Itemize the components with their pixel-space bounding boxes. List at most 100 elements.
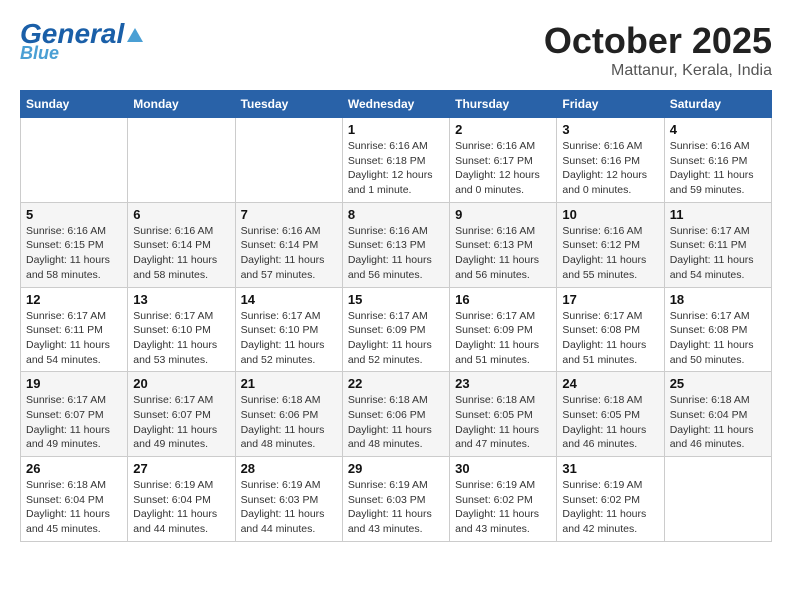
day-info: Sunrise: 6:16 AM Sunset: 6:16 PM Dayligh… [670,139,766,198]
day-info: Sunrise: 6:16 AM Sunset: 6:15 PM Dayligh… [26,224,122,283]
day-info: Sunrise: 6:18 AM Sunset: 6:06 PM Dayligh… [348,393,444,452]
calendar-cell: 30 Sunrise: 6:19 AM Sunset: 6:02 PM Dayli… [450,457,557,542]
day-number: 6 [133,207,229,222]
title-block: October 2025 Mattanur, Kerala, India [544,20,772,80]
day-info: Sunrise: 6:17 AM Sunset: 6:10 PM Dayligh… [241,309,337,368]
page-header: General Blue October 2025 Mattanur, Kera… [20,20,772,80]
day-info: Sunrise: 6:16 AM Sunset: 6:16 PM Dayligh… [562,139,658,198]
day-number: 23 [455,376,551,391]
calendar-cell: 9 Sunrise: 6:16 AM Sunset: 6:13 PM Daylig… [450,202,557,287]
day-number: 1 [348,122,444,137]
calendar-table: SundayMondayTuesdayWednesdayThursdayFrid… [20,90,772,542]
calendar-header-row: SundayMondayTuesdayWednesdayThursdayFrid… [21,91,772,118]
calendar-cell: 22 Sunrise: 6:18 AM Sunset: 6:06 PM Dayli… [342,372,449,457]
day-info: Sunrise: 6:19 AM Sunset: 6:02 PM Dayligh… [455,478,551,537]
day-number: 31 [562,461,658,476]
day-info: Sunrise: 6:17 AM Sunset: 6:07 PM Dayligh… [26,393,122,452]
day-info: Sunrise: 6:17 AM Sunset: 6:11 PM Dayligh… [26,309,122,368]
calendar-cell: 29 Sunrise: 6:19 AM Sunset: 6:03 PM Dayli… [342,457,449,542]
day-info: Sunrise: 6:17 AM Sunset: 6:11 PM Dayligh… [670,224,766,283]
calendar-cell: 2 Sunrise: 6:16 AM Sunset: 6:17 PM Daylig… [450,118,557,203]
calendar-week-row: 12Sunrise: 6:17 AM Sunset: 6:11 PM Dayli… [21,287,772,372]
logo-triangle-icon [127,28,143,42]
calendar-cell: 1Sunrise: 6:16 AM Sunset: 6:18 PM Daylig… [342,118,449,203]
day-info: Sunrise: 6:18 AM Sunset: 6:05 PM Dayligh… [562,393,658,452]
calendar-week-row: 26 Sunrise: 6:18 AM Sunset: 6:04 PM Dayli… [21,457,772,542]
day-number: 27 [133,461,229,476]
day-number: 22 [348,376,444,391]
day-info: Sunrise: 6:19 AM Sunset: 6:03 PM Dayligh… [348,478,444,537]
day-number: 24 [562,376,658,391]
weekday-header-friday: Friday [557,91,664,118]
day-number: 19 [26,376,122,391]
calendar-cell: 26 Sunrise: 6:18 AM Sunset: 6:04 PM Dayli… [21,457,128,542]
day-number: 2 [455,122,551,137]
day-info: Sunrise: 6:19 AM Sunset: 6:03 PM Dayligh… [241,478,337,537]
day-number: 30 [455,461,551,476]
day-number: 7 [241,207,337,222]
calendar-week-row: 5 Sunrise: 6:16 AM Sunset: 6:15 PM Daylig… [21,202,772,287]
day-info: Sunrise: 6:17 AM Sunset: 6:07 PM Dayligh… [133,393,229,452]
day-info: Sunrise: 6:19 AM Sunset: 6:02 PM Dayligh… [562,478,658,537]
weekday-header-tuesday: Tuesday [235,91,342,118]
day-number: 20 [133,376,229,391]
calendar-cell: 18 Sunrise: 6:17 AM Sunset: 6:08 PM Dayli… [664,287,771,372]
calendar-cell: 21 Sunrise: 6:18 AM Sunset: 6:06 PM Dayli… [235,372,342,457]
calendar-cell [128,118,235,203]
day-number: 28 [241,461,337,476]
day-info: Sunrise: 6:17 AM Sunset: 6:10 PM Dayligh… [133,309,229,368]
day-number: 3 [562,122,658,137]
calendar-cell: 28 Sunrise: 6:19 AM Sunset: 6:03 PM Dayli… [235,457,342,542]
day-number: 5 [26,207,122,222]
calendar-cell: 23 Sunrise: 6:18 AM Sunset: 6:05 PM Dayli… [450,372,557,457]
logo-icon: General Blue [20,20,143,63]
day-info: Sunrise: 6:17 AM Sunset: 6:09 PM Dayligh… [348,309,444,368]
day-info: Sunrise: 6:16 AM Sunset: 6:17 PM Dayligh… [455,139,551,198]
day-number: 13 [133,292,229,307]
calendar-cell: 25 Sunrise: 6:18 AM Sunset: 6:04 PM Dayli… [664,372,771,457]
calendar-cell: 11 Sunrise: 6:17 AM Sunset: 6:11 PM Dayli… [664,202,771,287]
day-info: Sunrise: 6:16 AM Sunset: 6:13 PM Dayligh… [455,224,551,283]
calendar-cell: 4 Sunrise: 6:16 AM Sunset: 6:16 PM Daylig… [664,118,771,203]
day-number: 11 [670,207,766,222]
calendar-cell: 24 Sunrise: 6:18 AM Sunset: 6:05 PM Dayli… [557,372,664,457]
calendar-cell: 27 Sunrise: 6:19 AM Sunset: 6:04 PM Dayli… [128,457,235,542]
logo: General Blue [20,20,143,63]
day-info: Sunrise: 6:18 AM Sunset: 6:05 PM Dayligh… [455,393,551,452]
day-info: Sunrise: 6:19 AM Sunset: 6:04 PM Dayligh… [133,478,229,537]
day-info: Sunrise: 6:16 AM Sunset: 6:12 PM Dayligh… [562,224,658,283]
day-info: Sunrise: 6:17 AM Sunset: 6:08 PM Dayligh… [670,309,766,368]
day-info: Sunrise: 6:16 AM Sunset: 6:14 PM Dayligh… [133,224,229,283]
weekday-header-thursday: Thursday [450,91,557,118]
day-number: 17 [562,292,658,307]
calendar-cell: 12Sunrise: 6:17 AM Sunset: 6:11 PM Dayli… [21,287,128,372]
day-number: 21 [241,376,337,391]
day-number: 18 [670,292,766,307]
calendar-cell: 3 Sunrise: 6:16 AM Sunset: 6:16 PM Daylig… [557,118,664,203]
calendar-cell: 16Sunrise: 6:17 AM Sunset: 6:09 PM Dayli… [450,287,557,372]
day-info: Sunrise: 6:18 AM Sunset: 6:04 PM Dayligh… [26,478,122,537]
weekday-header-wednesday: Wednesday [342,91,449,118]
calendar-week-row: 1Sunrise: 6:16 AM Sunset: 6:18 PM Daylig… [21,118,772,203]
day-info: Sunrise: 6:18 AM Sunset: 6:04 PM Dayligh… [670,393,766,452]
calendar-week-row: 19 Sunrise: 6:17 AM Sunset: 6:07 PM Dayli… [21,372,772,457]
day-number: 14 [241,292,337,307]
day-info: Sunrise: 6:18 AM Sunset: 6:06 PM Dayligh… [241,393,337,452]
day-number: 26 [26,461,122,476]
calendar-cell: 31 Sunrise: 6:19 AM Sunset: 6:02 PM Dayli… [557,457,664,542]
calendar-cell: 13 Sunrise: 6:17 AM Sunset: 6:10 PM Dayli… [128,287,235,372]
calendar-cell: 17 Sunrise: 6:17 AM Sunset: 6:08 PM Dayli… [557,287,664,372]
day-number: 4 [670,122,766,137]
weekday-header-sunday: Sunday [21,91,128,118]
weekday-header-monday: Monday [128,91,235,118]
weekday-header-saturday: Saturday [664,91,771,118]
calendar-cell: 10Sunrise: 6:16 AM Sunset: 6:12 PM Dayli… [557,202,664,287]
day-number: 9 [455,207,551,222]
day-number: 25 [670,376,766,391]
calendar-cell [664,457,771,542]
calendar-cell: 20 Sunrise: 6:17 AM Sunset: 6:07 PM Dayli… [128,372,235,457]
calendar-cell: 19 Sunrise: 6:17 AM Sunset: 6:07 PM Dayli… [21,372,128,457]
calendar-cell [21,118,128,203]
day-info: Sunrise: 6:17 AM Sunset: 6:08 PM Dayligh… [562,309,658,368]
day-number: 29 [348,461,444,476]
